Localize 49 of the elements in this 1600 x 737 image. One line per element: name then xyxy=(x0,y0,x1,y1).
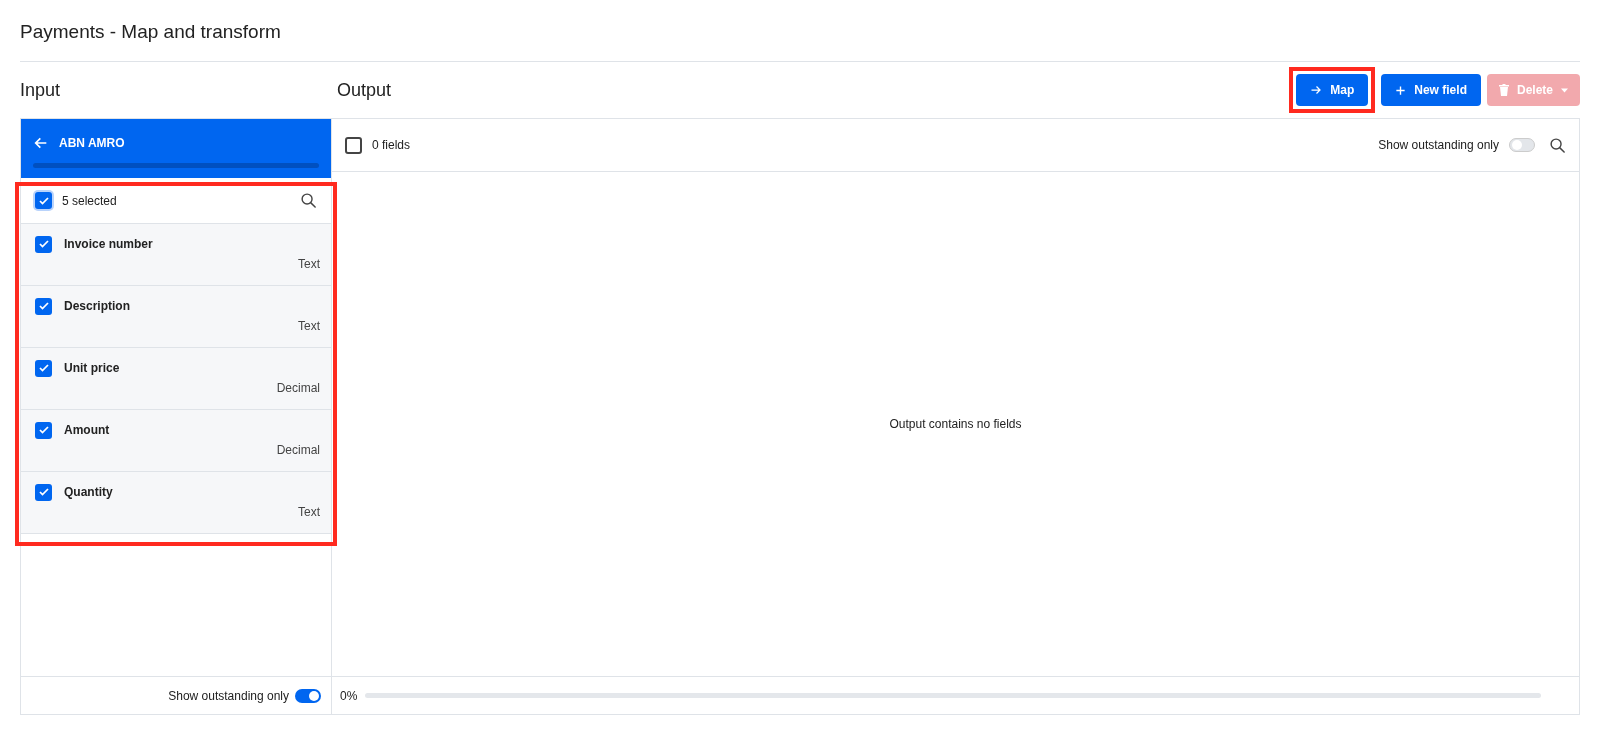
checkbox[interactable] xyxy=(35,235,52,253)
field-name: Amount xyxy=(64,422,110,439)
check-icon xyxy=(37,486,50,498)
field-name: Unit price xyxy=(64,360,120,377)
checkbox[interactable] xyxy=(35,192,52,209)
checkbox[interactable] xyxy=(35,359,52,377)
caret-icon xyxy=(1561,87,1568,93)
map-button[interactable]: Map xyxy=(1296,74,1369,106)
input-heading: Input xyxy=(20,79,61,100)
field-row[interactable]: Description Text xyxy=(21,286,331,348)
plus-icon xyxy=(1395,84,1407,96)
checkbox[interactable] xyxy=(35,421,52,439)
selection-count: 5 selected xyxy=(62,192,117,210)
field-count: 0 fields xyxy=(372,137,411,154)
field-type: Decimal xyxy=(276,380,320,397)
field-name: Quantity xyxy=(64,484,113,501)
back-button[interactable]: ABN AMRO xyxy=(33,133,319,153)
output-heading: Output xyxy=(337,78,392,102)
check-icon xyxy=(37,362,50,374)
checkbox[interactable] xyxy=(35,297,52,315)
field-type: Text xyxy=(298,504,320,521)
progress-reading: 0% xyxy=(340,687,358,705)
check-icon xyxy=(37,238,50,250)
field-name: Description xyxy=(64,298,130,315)
empty-message: Output contains no fields xyxy=(889,416,1022,433)
search-icon[interactable] xyxy=(1549,136,1566,154)
toggle-label: Show outstanding only xyxy=(168,687,289,705)
toggle-switch[interactable] xyxy=(295,688,321,703)
back-arrow-icon xyxy=(33,135,49,151)
field-row[interactable]: Amount Decimal xyxy=(21,410,331,472)
check-icon xyxy=(37,300,50,312)
page-title: Payments - Map and transform xyxy=(20,20,281,45)
search-icon[interactable] xyxy=(300,192,317,209)
field-type: Decimal xyxy=(276,442,320,459)
field-name: Invoice number xyxy=(64,236,153,253)
trash-icon xyxy=(1498,84,1509,96)
checkbox[interactable] xyxy=(345,136,362,154)
arrow-icon xyxy=(1310,84,1323,96)
field-row[interactable]: Quantity Text xyxy=(21,472,331,534)
toggle-label: Show outstanding only xyxy=(1378,137,1499,154)
field-row[interactable]: Unit price Decimal xyxy=(21,348,331,410)
checkbox[interactable] xyxy=(35,483,52,501)
check-icon xyxy=(37,424,50,436)
field-type: Text xyxy=(298,318,320,335)
field-row[interactable]: Invoice number Text xyxy=(21,224,331,286)
toggle-switch[interactable] xyxy=(1509,138,1535,152)
field-type: Text xyxy=(298,256,320,273)
new-button[interactable]: New field xyxy=(1381,74,1481,106)
check-icon xyxy=(37,194,50,207)
